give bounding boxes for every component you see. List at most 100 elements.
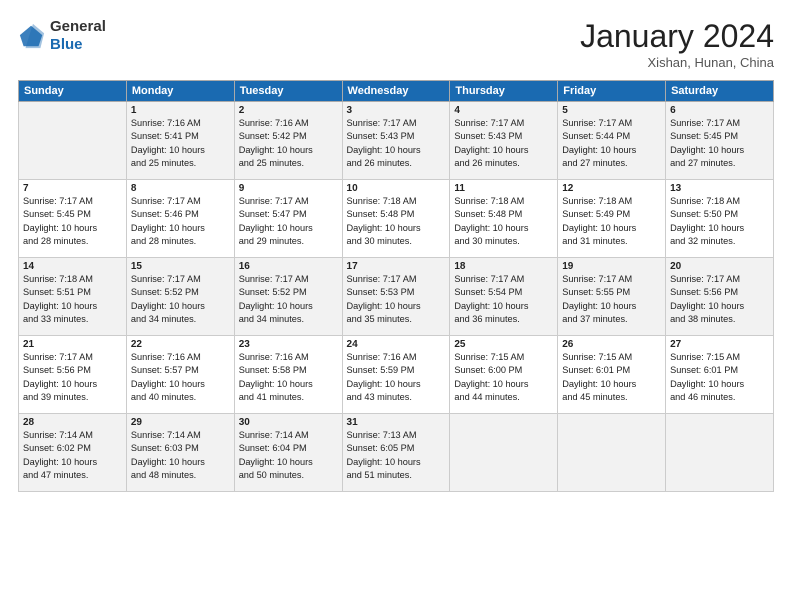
- day-cell: 22Sunrise: 7:16 AM Sunset: 5:57 PM Dayli…: [126, 336, 234, 414]
- day-number: 25: [454, 339, 553, 350]
- day-cell: 24Sunrise: 7:16 AM Sunset: 5:59 PM Dayli…: [342, 336, 450, 414]
- weekday-header: Sunday: [19, 81, 127, 102]
- day-cell: 29Sunrise: 7:14 AM Sunset: 6:03 PM Dayli…: [126, 414, 234, 492]
- day-number: 12: [562, 183, 661, 194]
- day-cell: 1Sunrise: 7:16 AM Sunset: 5:41 PM Daylig…: [126, 102, 234, 180]
- day-info: Sunrise: 7:17 AM Sunset: 5:43 PM Dayligh…: [454, 117, 553, 170]
- day-number: 21: [23, 339, 122, 350]
- day-cell: 10Sunrise: 7:18 AM Sunset: 5:48 PM Dayli…: [342, 180, 450, 258]
- day-number: 1: [131, 105, 230, 116]
- day-info: Sunrise: 7:17 AM Sunset: 5:45 PM Dayligh…: [670, 117, 769, 170]
- day-cell: [19, 102, 127, 180]
- day-number: 9: [239, 183, 338, 194]
- week-row: 21Sunrise: 7:17 AM Sunset: 5:56 PM Dayli…: [19, 336, 774, 414]
- day-info: Sunrise: 7:14 AM Sunset: 6:04 PM Dayligh…: [239, 429, 338, 482]
- week-row: 1Sunrise: 7:16 AM Sunset: 5:41 PM Daylig…: [19, 102, 774, 180]
- day-info: Sunrise: 7:14 AM Sunset: 6:03 PM Dayligh…: [131, 429, 230, 482]
- day-info: Sunrise: 7:17 AM Sunset: 5:54 PM Dayligh…: [454, 273, 553, 326]
- day-number: 20: [670, 261, 769, 272]
- logo: General Blue: [18, 18, 106, 54]
- day-number: 6: [670, 105, 769, 116]
- day-info: Sunrise: 7:15 AM Sunset: 6:01 PM Dayligh…: [670, 351, 769, 404]
- day-cell: 15Sunrise: 7:17 AM Sunset: 5:52 PM Dayli…: [126, 258, 234, 336]
- day-cell: 20Sunrise: 7:17 AM Sunset: 5:56 PM Dayli…: [666, 258, 774, 336]
- day-info: Sunrise: 7:17 AM Sunset: 5:45 PM Dayligh…: [23, 195, 122, 248]
- day-cell: 14Sunrise: 7:18 AM Sunset: 5:51 PM Dayli…: [19, 258, 127, 336]
- day-number: 31: [347, 417, 446, 428]
- weekday-header: Wednesday: [342, 81, 450, 102]
- day-cell: 16Sunrise: 7:17 AM Sunset: 5:52 PM Dayli…: [234, 258, 342, 336]
- day-info: Sunrise: 7:13 AM Sunset: 6:05 PM Dayligh…: [347, 429, 446, 482]
- day-number: 15: [131, 261, 230, 272]
- day-cell: 9Sunrise: 7:17 AM Sunset: 5:47 PM Daylig…: [234, 180, 342, 258]
- day-number: 16: [239, 261, 338, 272]
- day-info: Sunrise: 7:17 AM Sunset: 5:46 PM Dayligh…: [131, 195, 230, 248]
- day-cell: 5Sunrise: 7:17 AM Sunset: 5:44 PM Daylig…: [558, 102, 666, 180]
- day-number: 14: [23, 261, 122, 272]
- day-info: Sunrise: 7:18 AM Sunset: 5:48 PM Dayligh…: [454, 195, 553, 248]
- day-info: Sunrise: 7:16 AM Sunset: 5:57 PM Dayligh…: [131, 351, 230, 404]
- title-block: January 2024 Xishan, Hunan, China: [580, 18, 774, 70]
- day-info: Sunrise: 7:17 AM Sunset: 5:52 PM Dayligh…: [239, 273, 338, 326]
- weekday-header: Saturday: [666, 81, 774, 102]
- day-info: Sunrise: 7:16 AM Sunset: 5:58 PM Dayligh…: [239, 351, 338, 404]
- day-info: Sunrise: 7:16 AM Sunset: 5:42 PM Dayligh…: [239, 117, 338, 170]
- day-number: 17: [347, 261, 446, 272]
- month-title: January 2024: [580, 18, 774, 55]
- weekday-header: Monday: [126, 81, 234, 102]
- day-cell: 28Sunrise: 7:14 AM Sunset: 6:02 PM Dayli…: [19, 414, 127, 492]
- day-cell: 31Sunrise: 7:13 AM Sunset: 6:05 PM Dayli…: [342, 414, 450, 492]
- day-number: 10: [347, 183, 446, 194]
- day-info: Sunrise: 7:17 AM Sunset: 5:44 PM Dayligh…: [562, 117, 661, 170]
- day-number: 13: [670, 183, 769, 194]
- day-number: 29: [131, 417, 230, 428]
- day-info: Sunrise: 7:15 AM Sunset: 6:01 PM Dayligh…: [562, 351, 661, 404]
- weekday-header: Friday: [558, 81, 666, 102]
- day-cell: 30Sunrise: 7:14 AM Sunset: 6:04 PM Dayli…: [234, 414, 342, 492]
- day-cell: 6Sunrise: 7:17 AM Sunset: 5:45 PM Daylig…: [666, 102, 774, 180]
- day-info: Sunrise: 7:17 AM Sunset: 5:43 PM Dayligh…: [347, 117, 446, 170]
- header: General Blue January 2024 Xishan, Hunan,…: [18, 18, 774, 70]
- day-cell: 25Sunrise: 7:15 AM Sunset: 6:00 PM Dayli…: [450, 336, 558, 414]
- day-cell: 27Sunrise: 7:15 AM Sunset: 6:01 PM Dayli…: [666, 336, 774, 414]
- day-number: 2: [239, 105, 338, 116]
- day-info: Sunrise: 7:18 AM Sunset: 5:49 PM Dayligh…: [562, 195, 661, 248]
- day-number: 18: [454, 261, 553, 272]
- day-info: Sunrise: 7:18 AM Sunset: 5:48 PM Dayligh…: [347, 195, 446, 248]
- day-info: Sunrise: 7:14 AM Sunset: 6:02 PM Dayligh…: [23, 429, 122, 482]
- day-cell: [666, 414, 774, 492]
- day-info: Sunrise: 7:17 AM Sunset: 5:53 PM Dayligh…: [347, 273, 446, 326]
- day-number: 23: [239, 339, 338, 350]
- day-cell: 3Sunrise: 7:17 AM Sunset: 5:43 PM Daylig…: [342, 102, 450, 180]
- day-info: Sunrise: 7:16 AM Sunset: 5:41 PM Dayligh…: [131, 117, 230, 170]
- day-cell: 7Sunrise: 7:17 AM Sunset: 5:45 PM Daylig…: [19, 180, 127, 258]
- day-cell: 18Sunrise: 7:17 AM Sunset: 5:54 PM Dayli…: [450, 258, 558, 336]
- day-number: 3: [347, 105, 446, 116]
- logo-icon: [18, 22, 46, 50]
- day-info: Sunrise: 7:17 AM Sunset: 5:55 PM Dayligh…: [562, 273, 661, 326]
- day-number: 28: [23, 417, 122, 428]
- day-cell: [450, 414, 558, 492]
- day-number: 7: [23, 183, 122, 194]
- day-number: 24: [347, 339, 446, 350]
- day-cell: 12Sunrise: 7:18 AM Sunset: 5:49 PM Dayli…: [558, 180, 666, 258]
- week-row: 28Sunrise: 7:14 AM Sunset: 6:02 PM Dayli…: [19, 414, 774, 492]
- weekday-header: Thursday: [450, 81, 558, 102]
- day-cell: 11Sunrise: 7:18 AM Sunset: 5:48 PM Dayli…: [450, 180, 558, 258]
- day-info: Sunrise: 7:15 AM Sunset: 6:00 PM Dayligh…: [454, 351, 553, 404]
- day-info: Sunrise: 7:18 AM Sunset: 5:51 PM Dayligh…: [23, 273, 122, 326]
- logo-text: General Blue: [50, 18, 106, 54]
- day-cell: 23Sunrise: 7:16 AM Sunset: 5:58 PM Dayli…: [234, 336, 342, 414]
- day-number: 30: [239, 417, 338, 428]
- day-number: 8: [131, 183, 230, 194]
- weekday-header: Tuesday: [234, 81, 342, 102]
- day-info: Sunrise: 7:17 AM Sunset: 5:56 PM Dayligh…: [670, 273, 769, 326]
- calendar-table: SundayMondayTuesdayWednesdayThursdayFrid…: [18, 80, 774, 492]
- day-number: 11: [454, 183, 553, 194]
- day-number: 27: [670, 339, 769, 350]
- day-number: 19: [562, 261, 661, 272]
- location: Xishan, Hunan, China: [580, 55, 774, 70]
- day-info: Sunrise: 7:16 AM Sunset: 5:59 PM Dayligh…: [347, 351, 446, 404]
- day-cell: [558, 414, 666, 492]
- day-cell: 8Sunrise: 7:17 AM Sunset: 5:46 PM Daylig…: [126, 180, 234, 258]
